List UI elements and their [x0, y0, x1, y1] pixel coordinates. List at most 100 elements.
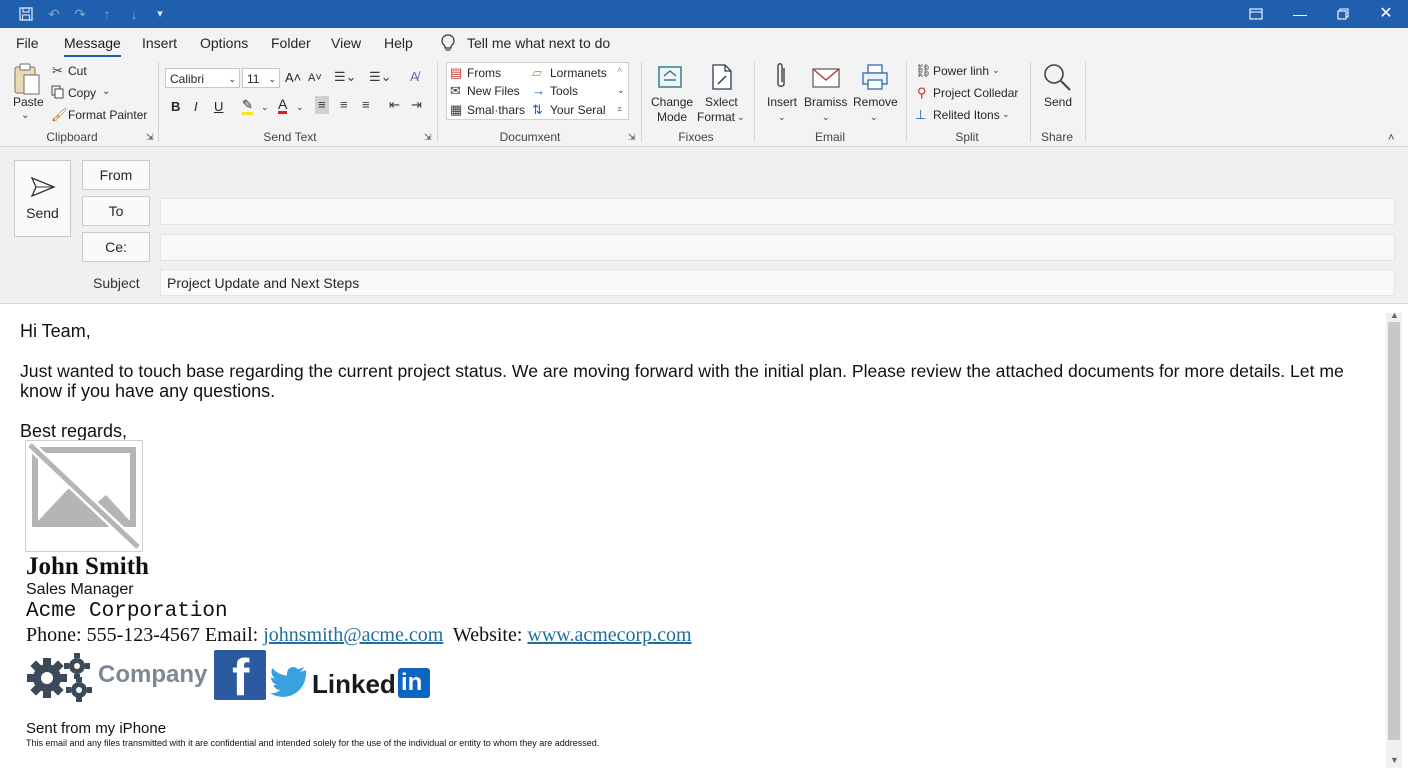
italic-icon[interactable]: I — [194, 99, 198, 115]
bold-icon[interactable]: B — [171, 99, 180, 115]
insert-dropdown-icon[interactable]: ⌄ — [778, 109, 786, 125]
bramiss-button[interactable]: Bramiss — [804, 94, 847, 110]
format-painter-icon[interactable]: 🖌 — [51, 107, 68, 123]
twitter-icon[interactable] — [270, 666, 308, 698]
paste-dropdown-icon[interactable]: ⌄ — [21, 108, 29, 124]
relited-itons-button[interactable]: Relited Itons — [933, 107, 1000, 123]
power-linh-button[interactable]: Power linh — [933, 63, 989, 79]
smalthars-item[interactable]: Smal·thars — [467, 102, 525, 118]
linkedin-icon[interactable]: in — [398, 668, 430, 698]
copy-button[interactable]: Copy — [68, 85, 96, 101]
power-linh-dropdown-icon[interactable]: ⌄ — [992, 62, 1000, 78]
align-right-icon[interactable]: ≡ — [362, 97, 370, 113]
save-icon[interactable] — [16, 4, 36, 24]
grow-font-icon[interactable]: A˄ — [285, 70, 301, 86]
text-launcher-icon[interactable]: ⇲ — [424, 129, 432, 145]
align-center-icon[interactable]: ≡ — [340, 97, 348, 113]
align-left-icon[interactable]: ≡ — [315, 96, 329, 114]
increase-indent-icon[interactable]: ⇥ — [411, 97, 422, 113]
numbering-icon[interactable]: ☰⌄ — [369, 69, 392, 85]
format-painter-button[interactable]: Format Painter — [68, 107, 147, 123]
ribbon-separator — [906, 62, 907, 142]
decrease-indent-icon[interactable]: ⇤ — [389, 97, 400, 113]
change-mode-label-2[interactable]: Mode — [657, 109, 687, 125]
customize-icon[interactable]: ▾ — [150, 4, 170, 24]
envelope-icon[interactable] — [811, 62, 841, 92]
change-mode-label-1[interactable]: Change — [651, 94, 693, 110]
font-color-icon[interactable]: A — [278, 97, 288, 114]
select-format-label-1[interactable]: Sxlect — [705, 94, 738, 110]
close-icon[interactable]: ✕ — [1364, 0, 1408, 28]
collapse-ribbon-icon[interactable]: ˄ — [1388, 130, 1394, 146]
select-format-dropdown-icon[interactable]: ⌄ — [737, 109, 745, 125]
email-link[interactable]: johnsmith@acme.com — [263, 624, 443, 646]
tab-folder[interactable]: Folder — [271, 34, 311, 52]
froms-item[interactable]: Froms — [467, 65, 501, 81]
paste-icon[interactable] — [12, 62, 42, 96]
project-colledar-button[interactable]: Project Colledar — [933, 85, 1018, 101]
facebook-icon[interactable]: f — [214, 650, 266, 706]
lormanets-item[interactable]: Lormanets — [550, 65, 607, 81]
cut-button[interactable]: Cut — [68, 63, 87, 79]
your-seral-item[interactable]: Your Seral — [550, 102, 606, 118]
underline-icon[interactable]: U — [214, 99, 223, 115]
printer-icon[interactable] — [860, 62, 890, 92]
cc-field[interactable] — [160, 234, 1395, 261]
share-send-button[interactable]: Send — [1044, 94, 1072, 110]
remove-dropdown-icon[interactable]: ⌄ — [870, 109, 878, 125]
tab-view[interactable]: View — [331, 34, 361, 52]
to-button[interactable]: To — [82, 196, 150, 226]
highlight-icon[interactable]: ✎ — [242, 98, 253, 115]
scroll-down-icon[interactable]: ▼ — [1390, 755, 1399, 765]
subject-field[interactable]: Project Update and Next Steps — [160, 269, 1395, 296]
from-button[interactable]: From — [82, 160, 150, 190]
scrollbar-thumb[interactable] — [1388, 322, 1400, 740]
bramiss-dropdown-icon[interactable]: ⌄ — [822, 109, 830, 125]
undo-icon[interactable]: ↶ — [44, 4, 64, 24]
website-link[interactable]: www.acmecorp.com — [527, 624, 691, 646]
relited-itons-dropdown-icon[interactable]: ⌄ — [1002, 106, 1010, 122]
remove-button[interactable]: Remove — [853, 94, 898, 110]
tab-options[interactable]: Options — [200, 34, 248, 52]
search-icon[interactable] — [1042, 62, 1072, 92]
change-mode-icon[interactable] — [656, 62, 686, 92]
clear-formatting-icon[interactable]: A̸ — [410, 69, 419, 85]
to-field[interactable] — [160, 198, 1395, 225]
copy-icon[interactable] — [51, 85, 64, 103]
shrink-font-icon[interactable]: A˅ — [308, 70, 322, 86]
scroll-up-icon[interactable]: ▲ — [1390, 310, 1399, 320]
gallery-more-icon[interactable]: ⩡ — [617, 101, 622, 117]
ribbon-separator — [158, 62, 159, 142]
document-launcher-icon[interactable]: ⇲ — [628, 129, 636, 145]
paperclip-icon[interactable] — [771, 62, 791, 92]
tab-file[interactable]: File — [16, 34, 39, 52]
font-color-dropdown-icon[interactable]: ⌄ — [296, 99, 304, 115]
down-arrow-icon[interactable]: ↓ — [124, 4, 144, 24]
tab-message[interactable]: Message — [64, 34, 121, 57]
font-name-select[interactable]: Calibri ⌄ — [165, 68, 240, 88]
up-arrow-icon[interactable]: ↑ — [97, 4, 117, 24]
restore-icon[interactable] — [1321, 0, 1365, 28]
cc-button[interactable]: Ce: — [82, 232, 150, 262]
gallery-down-icon[interactable]: ⌄ — [617, 82, 625, 98]
ribbon-display-icon[interactable] — [1234, 0, 1278, 28]
cut-icon[interactable]: ✂ — [52, 63, 63, 79]
tools-item[interactable]: Tools — [550, 83, 578, 99]
insert-button[interactable]: Insert — [767, 94, 797, 110]
redo-icon[interactable]: ↷ — [70, 4, 90, 24]
copy-dropdown-icon[interactable]: ⌄ — [102, 84, 110, 100]
highlight-dropdown-icon[interactable]: ⌄ — [261, 99, 269, 115]
select-format-icon[interactable] — [708, 62, 736, 92]
tell-me-search[interactable]: Tell me what next to do — [467, 34, 610, 52]
tab-insert[interactable]: Insert — [142, 34, 177, 52]
gallery-up-icon[interactable]: ˄ — [617, 62, 622, 78]
select-format-label-2[interactable]: Format — [697, 109, 735, 125]
phone-value: 555-123-4567 — [86, 624, 200, 646]
font-size-select[interactable]: 11 ⌄ — [242, 68, 280, 88]
new-files-item[interactable]: New Files — [467, 83, 520, 99]
tab-help[interactable]: Help — [384, 34, 413, 52]
bullets-icon[interactable]: ☰⌄ — [334, 69, 357, 85]
send-button[interactable]: Send — [14, 160, 71, 237]
clipboard-launcher-icon[interactable]: ⇲ — [146, 129, 154, 145]
minimize-icon[interactable]: — — [1278, 0, 1322, 28]
